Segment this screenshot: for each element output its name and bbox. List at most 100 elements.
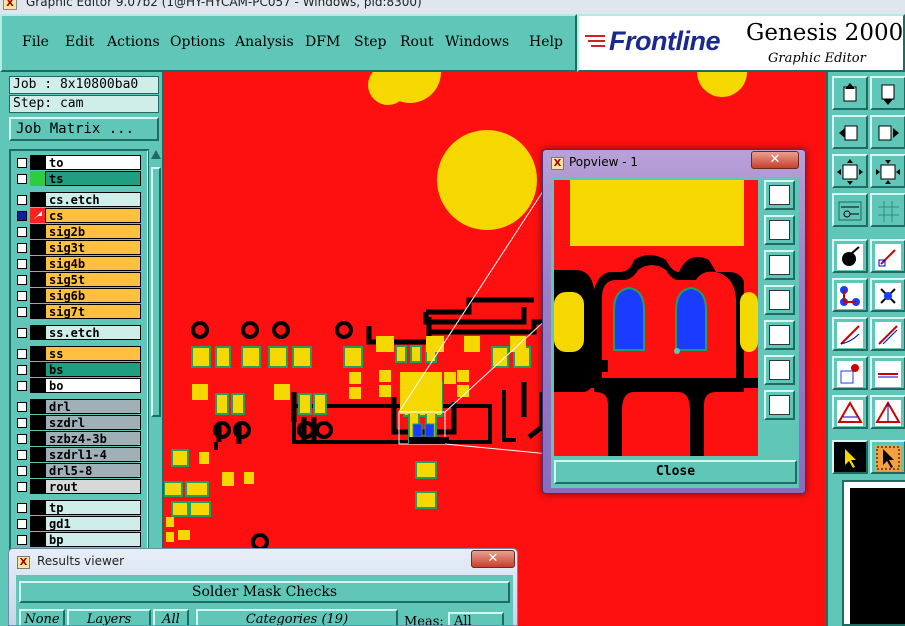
layer-color-indicator[interactable] (30, 155, 45, 170)
layer-checkbox[interactable] (17, 174, 27, 184)
layer-name[interactable]: szdrl1-4 (45, 447, 141, 462)
layer-name[interactable]: ts (45, 171, 141, 186)
tool-hline-button[interactable] (870, 356, 905, 390)
layer-row[interactable]: sig7t (11, 304, 147, 319)
results-viewer-close-x-button[interactable]: ✕ (471, 550, 515, 568)
tool-zoom-out-button[interactable] (832, 154, 868, 188)
tool-triangle-button[interactable] (832, 395, 868, 429)
layer-color-indicator[interactable] (30, 362, 45, 377)
layer-row[interactable]: drl (11, 399, 147, 414)
layer-name[interactable]: to (45, 155, 141, 170)
popview-right-button[interactable] (764, 320, 795, 350)
popview-left-button[interactable] (764, 285, 795, 315)
layer-color-indicator[interactable] (30, 431, 45, 446)
results-header[interactable]: Solder Mask Checks (19, 581, 510, 603)
tool-move-right-button[interactable] (870, 115, 905, 149)
layer-name[interactable]: sig6b (45, 288, 141, 303)
layer-checkbox[interactable] (17, 519, 27, 529)
layer-name[interactable]: cs (45, 208, 141, 223)
layer-checkbox[interactable] (17, 482, 27, 492)
layer-row[interactable]: rout (11, 479, 147, 494)
layer-name[interactable]: sig7t (45, 304, 141, 319)
layer-row[interactable]: sig5t (11, 272, 147, 287)
layer-name[interactable]: szbz4-3b (45, 431, 141, 446)
popview-down-button[interactable] (764, 250, 795, 280)
layer-name[interactable]: rout (45, 479, 141, 494)
menu-help[interactable]: Help (529, 34, 563, 50)
menu-edit[interactable]: Edit (65, 34, 94, 50)
layer-name[interactable]: drl5-8 (45, 463, 141, 478)
layer-name[interactable]: cs.etch (45, 192, 141, 207)
layer-row[interactable]: bo (11, 378, 147, 393)
menu-step[interactable]: Step (354, 34, 386, 50)
layer-color-indicator[interactable] (30, 399, 45, 414)
tool-move-down-button[interactable] (870, 76, 905, 110)
popview-up-button[interactable] (764, 215, 795, 245)
layer-color-indicator[interactable] (30, 304, 45, 319)
menu-analysis[interactable]: Analysis (235, 34, 294, 50)
layer-name[interactable]: ss.etch (45, 325, 141, 340)
layer-name[interactable]: tp (45, 500, 141, 515)
layer-checkbox[interactable] (17, 328, 27, 338)
layer-color-indicator[interactable] (30, 224, 45, 239)
layer-row[interactable]: szdrl (11, 415, 147, 430)
layer-checkbox[interactable] (17, 227, 27, 237)
layer-color-indicator[interactable] (30, 447, 45, 462)
layer-color-indicator[interactable] (30, 272, 45, 287)
tool-grid-button[interactable] (870, 193, 905, 227)
popview-close-x-button[interactable]: ✕ (751, 151, 799, 169)
layer-name[interactable]: drl (45, 399, 141, 414)
layer-row[interactable]: to (11, 155, 147, 170)
layer-checkbox[interactable] (17, 418, 27, 428)
layer-color-indicator[interactable] (30, 378, 45, 393)
layer-color-indicator[interactable] (30, 516, 45, 531)
layer-checkbox[interactable] (17, 259, 27, 269)
popview-zoom-in-button[interactable] (764, 390, 795, 420)
menu-options[interactable]: Options (170, 34, 225, 50)
results-layers-button[interactable]: Layers (67, 609, 151, 625)
layer-name[interactable]: gd1 (45, 516, 141, 531)
layer-row[interactable]: drl5-8 (11, 463, 147, 478)
layer-checkbox[interactable] (17, 434, 27, 444)
layer-row[interactable]: cs (11, 208, 147, 223)
active-layer-icon[interactable] (30, 208, 45, 223)
tool-line-red-button[interactable] (870, 317, 905, 351)
tool-select-button[interactable] (832, 440, 868, 474)
layer-checkbox[interactable] (17, 275, 27, 285)
overview-minimap[interactable] (842, 480, 905, 626)
menu-rout[interactable]: Rout (400, 34, 434, 50)
results-categories-button[interactable]: Categories (19) (196, 609, 398, 625)
layer-row[interactable]: tp (11, 500, 147, 515)
layer-name[interactable]: szdrl (45, 415, 141, 430)
layer-color-indicator[interactable] (30, 288, 45, 303)
layer-name[interactable]: sig4b (45, 256, 141, 271)
layer-checkbox[interactable] (17, 291, 27, 301)
layer-color-indicator[interactable] (30, 463, 45, 478)
scroll-up-arrow-icon[interactable] (150, 149, 162, 161)
layer-color-indicator[interactable] (30, 325, 45, 340)
layer-checkbox[interactable] (17, 195, 27, 205)
layer-row[interactable]: sig4b (11, 256, 147, 271)
layer-checkbox[interactable] (17, 211, 27, 221)
layer-name[interactable]: bo (45, 378, 141, 393)
layer-row[interactable]: ts (11, 171, 147, 186)
tool-select-box-button[interactable] (870, 440, 905, 474)
layer-color-indicator[interactable] (30, 192, 45, 207)
layer-color-indicator[interactable] (30, 532, 45, 547)
tool-add-line-button[interactable] (870, 239, 905, 273)
tool-zoom-in-button[interactable] (870, 154, 905, 188)
tool-triangle-alt-button[interactable] (870, 395, 905, 429)
layer-row[interactable]: cs.etch (11, 192, 147, 207)
layer-name[interactable]: sig2b (45, 224, 141, 239)
layer-checkbox[interactable] (17, 535, 27, 545)
popview-zoom-home-button[interactable] (764, 180, 795, 210)
layer-checkbox[interactable] (17, 307, 27, 317)
layer-row[interactable]: szbz4-3b (11, 431, 147, 446)
popview-close-button[interactable]: Close (554, 460, 797, 484)
layer-row[interactable]: gd1 (11, 516, 147, 531)
tool-connect-button[interactable] (832, 278, 868, 312)
layer-row[interactable]: sig2b (11, 224, 147, 239)
layer-name[interactable]: bp (45, 532, 141, 547)
layer-checkbox[interactable] (17, 466, 27, 476)
layer-color-indicator[interactable] (30, 415, 45, 430)
